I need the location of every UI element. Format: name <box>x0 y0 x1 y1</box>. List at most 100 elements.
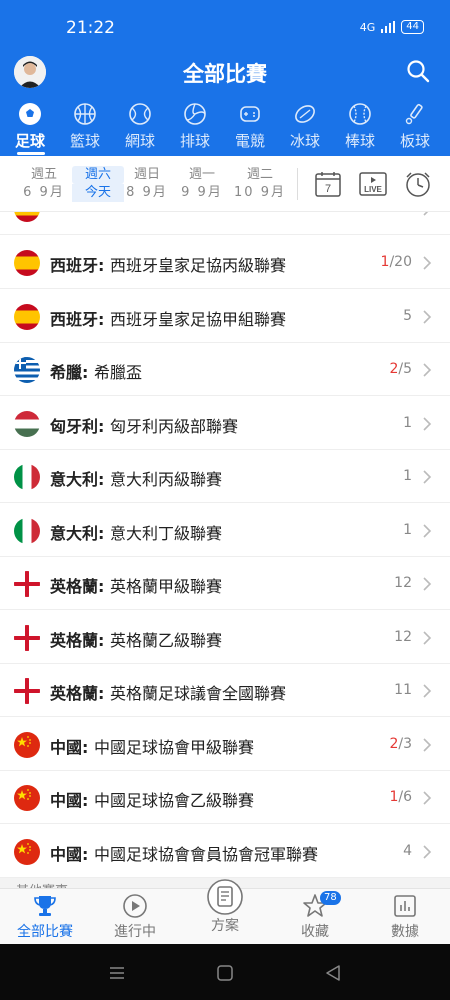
competition-name: 中國足球協會會員協會冠軍聯賽 <box>93 844 318 864</box>
play-icon <box>123 894 147 918</box>
flag-italy-icon <box>14 464 40 490</box>
section-header-label: 其他賽事 <box>16 880 68 888</box>
search-icon[interactable] <box>406 59 430 83</box>
list-item[interactable]: 英格蘭: 英格蘭甲級聯賽 12 <box>0 557 450 610</box>
match-count: 4 <box>403 843 412 859</box>
live-tv-icon[interactable]: LIVE <box>358 170 388 198</box>
competition-title: 匈牙利: 匈牙利丙級部聯賽 <box>50 416 238 436</box>
list-item[interactable]: 西班牙: 西班牙皇家足協甲組聯賽 5 <box>0 290 450 343</box>
nav-in-progress[interactable]: 進行中 <box>90 889 180 945</box>
status-time: 21:22 <box>66 18 115 38</box>
total-count: /5 <box>398 361 412 377</box>
nav-favorites[interactable]: 78 收藏 <box>270 889 360 945</box>
competition-country: 中國 <box>50 844 83 864</box>
total-count: 1 <box>403 468 412 484</box>
list-item[interactable]: 西班牙: 西班牙皇家足協丙級聯賽 1/20 <box>0 236 450 289</box>
date-item[interactable]: 週二 10 9月 <box>234 166 286 202</box>
date-weekday: 週一 <box>188 167 215 182</box>
competition-list: 西班牙: 西班牙皇家足協丙級聯賽 1/20 西班牙: 西班牙皇家足協甲組聯賽 5 希臘:… <box>0 212 450 888</box>
flag-england-icon <box>14 571 40 597</box>
match-count: 1 <box>403 415 412 431</box>
total-count: /20 <box>389 254 412 270</box>
competition-country: 中國 <box>50 737 83 757</box>
menu-icon[interactable] <box>108 964 126 982</box>
tab-volleyball[interactable]: 排球 <box>168 100 222 156</box>
date-value: 10 9月 <box>234 185 286 200</box>
chevron-right-icon <box>423 577 432 591</box>
baseball-icon <box>349 103 371 125</box>
competition-country: 意大利 <box>50 470 99 489</box>
competition-country: 意大利 <box>50 523 99 543</box>
nav-all-matches[interactable]: 全部比賽 <box>0 889 90 945</box>
back-icon[interactable] <box>324 964 342 982</box>
chevron-right-icon <box>423 791 432 805</box>
plan-icon <box>207 879 243 915</box>
alarm-clock-icon[interactable] <box>404 170 432 198</box>
tennis-ball-icon <box>129 103 151 125</box>
competition-country: 英格蘭 <box>50 577 99 596</box>
list-item-partial[interactable] <box>0 212 450 235</box>
nav-label: 收藏 <box>301 924 329 940</box>
soccer-ball-icon <box>19 103 41 125</box>
battery-icon: 44 <box>401 20 424 34</box>
favorites-count-badge: 78 <box>320 891 341 905</box>
date-value: 9 9月 <box>181 185 223 200</box>
competition-title: 英格蘭: 英格蘭足球議會全國聯賽 <box>50 684 286 703</box>
tab-label: 排球 <box>179 132 210 150</box>
date-item[interactable]: 週一 9 9月 <box>176 166 228 202</box>
total-count: 1 <box>403 414 412 431</box>
list-item[interactable]: 中國: 中國足球協會乙級聯賽 1/6 <box>0 771 450 824</box>
date-item-today[interactable]: 週六 今天 <box>72 166 124 202</box>
total-count: 5 <box>403 307 412 324</box>
list-item[interactable]: 匈牙利: 匈牙利丙級部聯賽 1 <box>0 397 450 450</box>
chevron-right-icon <box>423 212 429 216</box>
chevron-right-icon <box>423 630 432 645</box>
competition-title: 中國: 中國足球協會會員協會冠軍聯賽 <box>50 844 318 864</box>
competition-name: 中國足球協會甲級聯賽 <box>93 737 254 757</box>
active-tab-indicator <box>17 152 45 155</box>
date-divider <box>297 168 298 200</box>
tab-basketball[interactable]: 籃球 <box>58 100 112 156</box>
date-value: 8 9月 <box>126 185 168 200</box>
chevron-right-icon <box>423 684 432 698</box>
match-count: 11 <box>394 682 412 698</box>
tab-baseball[interactable]: 棒球 <box>333 100 387 156</box>
date-item[interactable]: 月 <box>0 166 18 184</box>
list-item[interactable]: 中國: 中國足球協會會員協會冠軍聯賽 4 <box>0 825 450 878</box>
tab-tennis[interactable]: 網球 <box>113 100 167 156</box>
calendar-icon[interactable]: 7 <box>314 170 342 198</box>
list-item[interactable]: 意大利: 意大利丙級聯賽 1 <box>0 450 450 503</box>
competition-title: 英格蘭: 英格蘭乙級聯賽 <box>50 630 222 650</box>
tab-label: 冰球 <box>289 132 320 150</box>
match-count: 5 <box>403 308 412 324</box>
total-count: /3 <box>398 735 412 752</box>
nav-plans[interactable]: 方案 <box>180 879 270 945</box>
date-selector: 月 週五 6 9月 週六 今天 週日 8 9月 週一 9 9月 週二 10 9月 <box>0 156 450 212</box>
competition-name: 匈牙利丙級部聯賽 <box>109 416 238 436</box>
list-item[interactable]: 意大利: 意大利丁級聯賽 1 <box>0 504 450 557</box>
tab-soccer[interactable]: 足球 <box>3 100 57 156</box>
top-header: 21:22 4G 44 全部比賽 足球 籃球 網球 排球 電競 冰球 棒球 板球 <box>0 0 450 156</box>
list-item[interactable]: 英格蘭: 英格蘭足球議會全國聯賽 11 <box>0 664 450 717</box>
tab-ice-hockey[interactable]: 冰球 <box>278 100 332 156</box>
date-item[interactable]: 週五 6 9月 <box>18 166 70 202</box>
flag-china-icon <box>14 785 40 811</box>
list-item[interactable]: 英格蘭: 英格蘭乙級聯賽 12 <box>0 611 450 664</box>
chevron-right-icon <box>423 523 432 538</box>
page-title: 全部比賽 <box>183 62 267 86</box>
nav-data[interactable]: 數據 <box>360 889 450 945</box>
competition-country: 英格蘭 <box>50 684 99 703</box>
tab-label: 網球 <box>124 132 155 150</box>
nav-label: 方案 <box>211 918 239 934</box>
date-weekday: 週日 <box>133 167 160 182</box>
tab-cricket[interactable]: 板球 <box>388 100 442 156</box>
chevron-right-icon <box>423 844 432 859</box>
tab-esports[interactable]: 電競 <box>223 100 277 156</box>
list-item[interactable]: 希臘: 希臘盃 2/5 <box>0 343 450 396</box>
volleyball-icon <box>184 103 206 125</box>
home-icon[interactable] <box>216 964 234 982</box>
flag-china-icon <box>14 731 40 758</box>
list-item[interactable]: 中國: 中國足球協會甲級聯賽 2/3 <box>0 718 450 771</box>
date-item[interactable]: 週日 8 9月 <box>121 166 173 202</box>
total-count: 12 <box>394 575 412 591</box>
